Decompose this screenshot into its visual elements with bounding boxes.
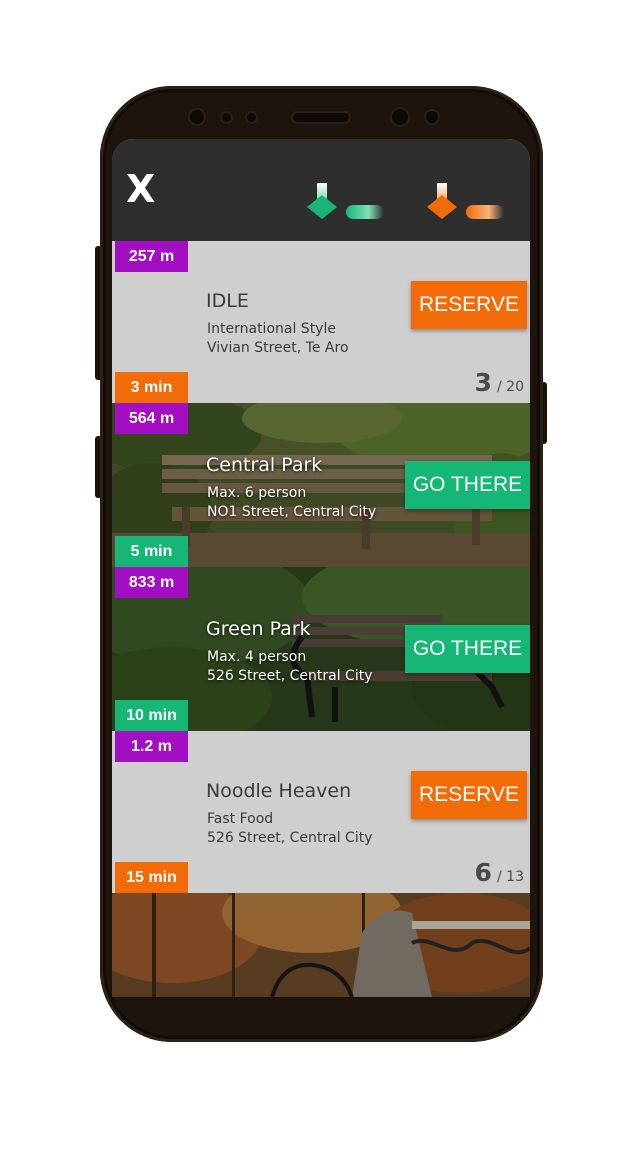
photo-overlay xyxy=(112,893,530,997)
distance-badge: 833 m xyxy=(115,567,188,598)
front-camera xyxy=(392,109,408,125)
walk-time-badge: 10 min xyxy=(115,700,188,731)
walk-time-badge: 3 min xyxy=(115,372,188,403)
venue-title: Noodle Heaven xyxy=(206,780,352,802)
list-item[interactable]: 833 m Green Park Max. 4 person 526 Stree… xyxy=(112,567,530,731)
reserve-button[interactable]: RESERVE xyxy=(411,281,527,329)
sensor-dot xyxy=(222,113,231,122)
distance-badge: 257 m xyxy=(115,241,188,272)
venue-title: IDLE xyxy=(206,290,249,312)
available-legend-icon xyxy=(307,183,384,219)
list-item[interactable]: 564 m Central Park Max. 6 person NO1 Str… xyxy=(112,403,530,567)
earpiece-speaker xyxy=(293,113,349,122)
venue-address: NO1 Street, Central City xyxy=(207,504,377,520)
venue-category: International Style xyxy=(207,321,336,337)
available-count: 6 xyxy=(474,858,492,887)
close-button[interactable]: X xyxy=(126,167,158,211)
venue-category: Fast Food xyxy=(207,811,274,827)
distance-badge: 564 m xyxy=(115,403,188,434)
venue-address: Vivian Street, Te Aro xyxy=(207,340,349,356)
table-count: 3 / 20 xyxy=(475,368,524,397)
available-count: 3 xyxy=(474,368,492,397)
venue-address: 526 Street, Central City xyxy=(207,830,373,846)
venue-capacity: Max. 6 person xyxy=(207,485,307,501)
app-screen: X 257 m IDLE International Style Vivian … xyxy=(112,139,530,997)
top-bar: X xyxy=(112,139,530,241)
total-count: / 20 xyxy=(497,379,524,395)
reserve-legend-icon xyxy=(427,183,504,219)
list-item[interactable]: 1.2 m Noodle Heaven Fast Food 526 Street… xyxy=(112,731,530,893)
list-item[interactable]: 257 m IDLE International Style Vivian St… xyxy=(112,241,530,403)
venue-title: Central Park xyxy=(206,454,323,476)
sensor-dot xyxy=(190,110,204,124)
walk-time-badge: 5 min xyxy=(115,536,188,567)
sensor-dot xyxy=(426,111,438,123)
venue-address: 526 Street, Central City xyxy=(207,668,373,684)
sensor-dot xyxy=(247,113,256,122)
list-item[interactable] xyxy=(112,893,530,997)
go-there-button[interactable]: GO THERE xyxy=(405,625,530,673)
distance-badge: 1.2 m xyxy=(115,731,188,762)
table-count: 6 / 13 xyxy=(475,858,524,887)
go-there-button[interactable]: GO THERE xyxy=(405,461,530,509)
venue-title: Green Park xyxy=(206,618,311,640)
venue-capacity: Max. 4 person xyxy=(207,649,307,665)
walk-time-badge: 15 min xyxy=(115,862,188,893)
total-count: / 13 xyxy=(497,869,524,885)
reserve-button[interactable]: RESERVE xyxy=(411,771,527,819)
